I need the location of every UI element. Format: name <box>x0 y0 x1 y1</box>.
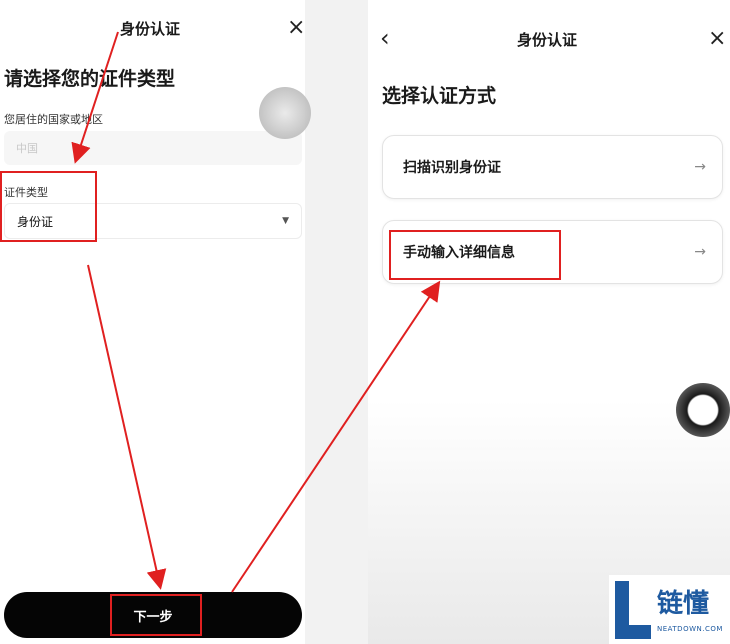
arrow-to-doc-type <box>71 31 119 164</box>
logo-foot <box>615 625 651 639</box>
watermark-en-text: NEATDOWN.COM <box>657 625 723 633</box>
watermark-logo: 链懂 NEATDOWN.COM <box>609 575 730 644</box>
arrow-to-next-button <box>87 264 167 590</box>
watermark-cn-text: 链懂 <box>657 589 710 619</box>
annotation-arrows <box>71 31 441 593</box>
arrow-to-manual-entry <box>231 280 441 593</box>
